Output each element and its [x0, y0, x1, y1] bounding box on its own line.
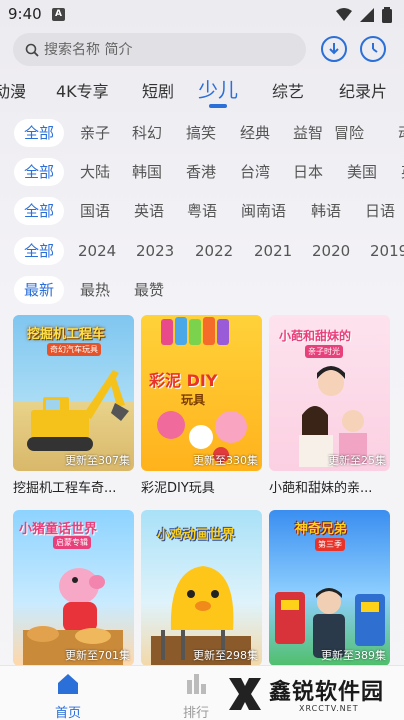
notification-a-icon: A [52, 8, 65, 21]
filter-chip[interactable]: 2022 [185, 237, 243, 265]
filter-chip[interactable]: 日本 [283, 158, 333, 186]
tab-kids[interactable]: 少儿 [198, 74, 238, 103]
filter-chip[interactable]: 2023 [126, 237, 184, 265]
filter-chip[interactable]: 大陆 [70, 158, 120, 186]
sort-chip[interactable]: 最新 [14, 276, 65, 304]
filter-row-language: 全部 国语 英语 粤语 闽南语 韩语 日语 [0, 197, 404, 227]
watermark-url: XRCCTV.NET [299, 704, 359, 713]
status-bar: 9:40 A [0, 0, 404, 30]
filter-row-region: 全部 大陆 韩国 香港 台湾 日本 美国 英 [0, 158, 404, 188]
episode-badge: 更新至330集 [193, 454, 258, 467]
filter-chip[interactable]: 亲子 [70, 119, 120, 147]
filter-chip[interactable]: 日语 [355, 197, 404, 225]
tab-documentary[interactable]: 纪录片 [339, 78, 387, 102]
card-title: 彩泥DIY玩具 [141, 481, 215, 496]
filter-row-genre: 全部 亲子 科幻 搞笑 经典 益智 冒险 动 [0, 119, 404, 149]
poster-title: 神奇兄弟 [295, 522, 348, 537]
video-grid: 挖掘机工程车 奇幻汽车玩具 更新至307集 挖掘机工程车奇... 彩泥 DIY … [0, 315, 404, 666]
active-tab-indicator [209, 104, 227, 108]
poster-title: 小猪童话世界 [19, 522, 98, 537]
sort-chip[interactable]: 最赞 [124, 276, 174, 304]
filter-row-year: 全部 2024 2023 2022 2021 2020 2019 [0, 237, 404, 267]
history-button[interactable] [360, 36, 386, 62]
watermark-x-icon [229, 678, 261, 710]
episode-badge: 更新至25集 [328, 454, 386, 467]
filter-chip[interactable]: 香港 [176, 158, 226, 186]
filter-chip[interactable]: 经典 [230, 119, 280, 147]
poster-title: 小葩和甜妹的 [279, 329, 352, 343]
poster-image: 挖掘机工程车 奇幻汽车玩具 更新至307集 [13, 315, 134, 471]
rank-icon [187, 674, 206, 694]
card-title: 小葩和甜妹的亲... [269, 481, 373, 496]
home-icon [58, 674, 78, 694]
clock-icon [372, 43, 378, 53]
watermark-brand: 鑫锐软件园 [269, 680, 385, 705]
filter-chip[interactable]: 2021 [244, 237, 302, 265]
filter-chip[interactable]: 2020 [302, 237, 360, 265]
poster-image: 小猪童话世界 启蒙专辑 更新至701集 [13, 510, 134, 666]
poster-title: 挖掘机工程车 [27, 327, 106, 342]
poster-image: 小鸡动画世界 更新至298集 [141, 510, 262, 666]
episode-badge: 更新至701集 [65, 649, 130, 662]
nav-home[interactable]: 首页 [38, 672, 98, 720]
filter-chip[interactable]: 2019 [360, 237, 404, 265]
filter-chip[interactable]: 冒险 [324, 119, 374, 147]
poster-subtitle: 奇幻汽车玩具 [47, 343, 101, 356]
poster-image: 小葩和甜妹的 亲子时光 更新至25集 [269, 315, 390, 471]
sort-chip[interactable]: 最热 [70, 276, 120, 304]
wifi-icon [336, 8, 352, 21]
poster-subtitle: 启蒙专辑 [53, 536, 91, 549]
card-title: 挖掘机工程车奇... [13, 481, 117, 496]
filter-chip[interactable]: 台湾 [230, 158, 280, 186]
battery-icon [382, 7, 392, 23]
nav-home-label: 首页 [54, 706, 81, 720]
tab-variety[interactable]: 综艺 [272, 78, 304, 102]
poster-title: 彩泥 DIY [149, 371, 218, 390]
signal-icon [360, 8, 374, 22]
episode-badge: 更新至389集 [321, 649, 386, 662]
search-input[interactable] [44, 41, 284, 58]
download-button[interactable] [321, 36, 347, 62]
filter-chip[interactable]: 全部 [14, 119, 65, 147]
filter-chip[interactable]: 2024 [68, 237, 126, 265]
filter-chip[interactable]: 韩国 [122, 158, 172, 186]
status-time: 9:40 [8, 5, 42, 23]
filter-chip[interactable]: 闽南语 [231, 197, 296, 225]
filter-row-sort: 最新 最热 最赞 [0, 276, 404, 306]
tab-4k[interactable]: 4K专享 [56, 78, 109, 102]
nav-rank-label: 排行 [182, 706, 209, 720]
episode-badge: 更新至307集 [65, 454, 130, 467]
nav-rank[interactable]: 排行 [166, 672, 226, 720]
filter-chip[interactable]: 英 [391, 158, 404, 186]
channel-tabs: 动漫 4K专享 短剧 少儿 综艺 纪录片 [0, 70, 404, 112]
filter-chip[interactable]: 韩语 [301, 197, 351, 225]
poster-subtitle: 玩具 [181, 393, 206, 407]
filter-chip[interactable]: 科幻 [122, 119, 172, 147]
poster-title: 小鸡动画世界 [157, 528, 236, 543]
episode-badge: 更新至298集 [193, 649, 258, 662]
poster-subtitle: 第三季 [315, 538, 345, 551]
search-icon [25, 43, 39, 57]
filter-chip[interactable]: 国语 [70, 197, 120, 225]
download-icon [329, 43, 339, 55]
filter-chip[interactable]: 全部 [14, 237, 65, 265]
poster-image: 神奇兄弟 第三季 更新至389集 [269, 510, 390, 666]
poster-subtitle: 亲子时光 [305, 345, 343, 358]
filter-chip[interactable]: 动 [388, 119, 404, 147]
poster-image: 彩泥 DIY 玩具 更新至330集 [141, 315, 262, 471]
filter-chip[interactable]: 全部 [14, 197, 65, 225]
tab-short-drama[interactable]: 短剧 [142, 78, 174, 102]
filter-chip[interactable]: 搞笑 [176, 119, 226, 147]
search-box[interactable] [13, 33, 306, 66]
tab-anime[interactable]: 动漫 [0, 78, 26, 102]
filter-chip[interactable]: 美国 [337, 158, 387, 186]
filter-chip[interactable]: 粤语 [177, 197, 227, 225]
watermark: 鑫锐软件园 XRCCTV.NET [225, 672, 400, 717]
filter-chip[interactable]: 英语 [124, 197, 174, 225]
filter-chip[interactable]: 全部 [14, 158, 65, 186]
